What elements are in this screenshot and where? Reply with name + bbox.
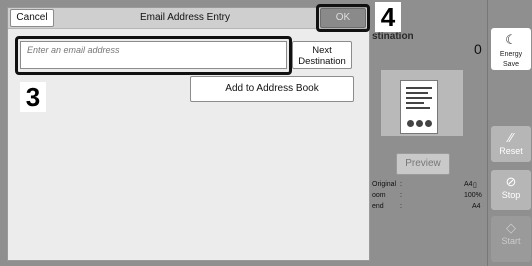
start-icon: ◇ bbox=[506, 220, 516, 235]
info-row-send: end : A4 bbox=[372, 203, 482, 213]
next-destination-line1: Next bbox=[312, 45, 332, 56]
add-to-address-book-button[interactable]: Add to Address Book bbox=[190, 76, 354, 102]
start-label: Start bbox=[501, 236, 521, 246]
info-row-zoom: oom : 100% bbox=[372, 192, 482, 202]
email-input-highlight bbox=[15, 36, 292, 75]
info-colon: : bbox=[400, 192, 402, 199]
energy-save-label: Energy Save bbox=[499, 51, 523, 68]
destination-count: 0 bbox=[474, 41, 482, 57]
stop-icon: ⊘ bbox=[505, 174, 517, 189]
info-colon: : bbox=[400, 181, 402, 188]
info-value: 100% bbox=[464, 192, 482, 199]
ok-button-highlight bbox=[316, 4, 370, 32]
destination-label: stination bbox=[372, 31, 414, 42]
reset-icon: ∕∕ bbox=[508, 130, 514, 145]
reset-button[interactable]: ∕∕ Reset bbox=[491, 126, 531, 162]
info-colon: : bbox=[400, 203, 402, 210]
step-3-callout: 3 bbox=[20, 82, 46, 112]
info-row-original: Original : A4 ▯ bbox=[372, 181, 482, 191]
side-bar: ☾ Energy Save ∕∕ Reset ⊘ Stop ◇ Start bbox=[487, 0, 532, 266]
reset-label: Reset bbox=[499, 146, 523, 156]
info-label: end bbox=[372, 203, 384, 210]
start-button[interactable]: ◇ Start bbox=[491, 216, 531, 262]
info-value: A4 bbox=[472, 203, 481, 210]
preview-button[interactable]: Preview bbox=[396, 153, 450, 175]
document-thumbnail bbox=[400, 80, 438, 134]
next-destination-line2: Destination bbox=[298, 56, 346, 67]
info-label: Original bbox=[372, 181, 397, 188]
paper-icon: ▯ bbox=[473, 182, 477, 189]
info-label: oom bbox=[372, 192, 386, 199]
step-4-callout: 4 bbox=[375, 2, 401, 32]
stop-label: Stop bbox=[501, 190, 521, 200]
stop-button[interactable]: ⊘ Stop bbox=[491, 170, 531, 210]
dialog-title: Email Address Entry bbox=[139, 12, 231, 23]
moon-icon: ☾ bbox=[505, 32, 517, 47]
energy-save-button[interactable]: ☾ Energy Save bbox=[491, 28, 531, 70]
info-value: A4 bbox=[464, 181, 473, 188]
next-destination-button[interactable]: Next Destination bbox=[292, 41, 352, 69]
cancel-button[interactable]: Cancel bbox=[10, 9, 54, 27]
